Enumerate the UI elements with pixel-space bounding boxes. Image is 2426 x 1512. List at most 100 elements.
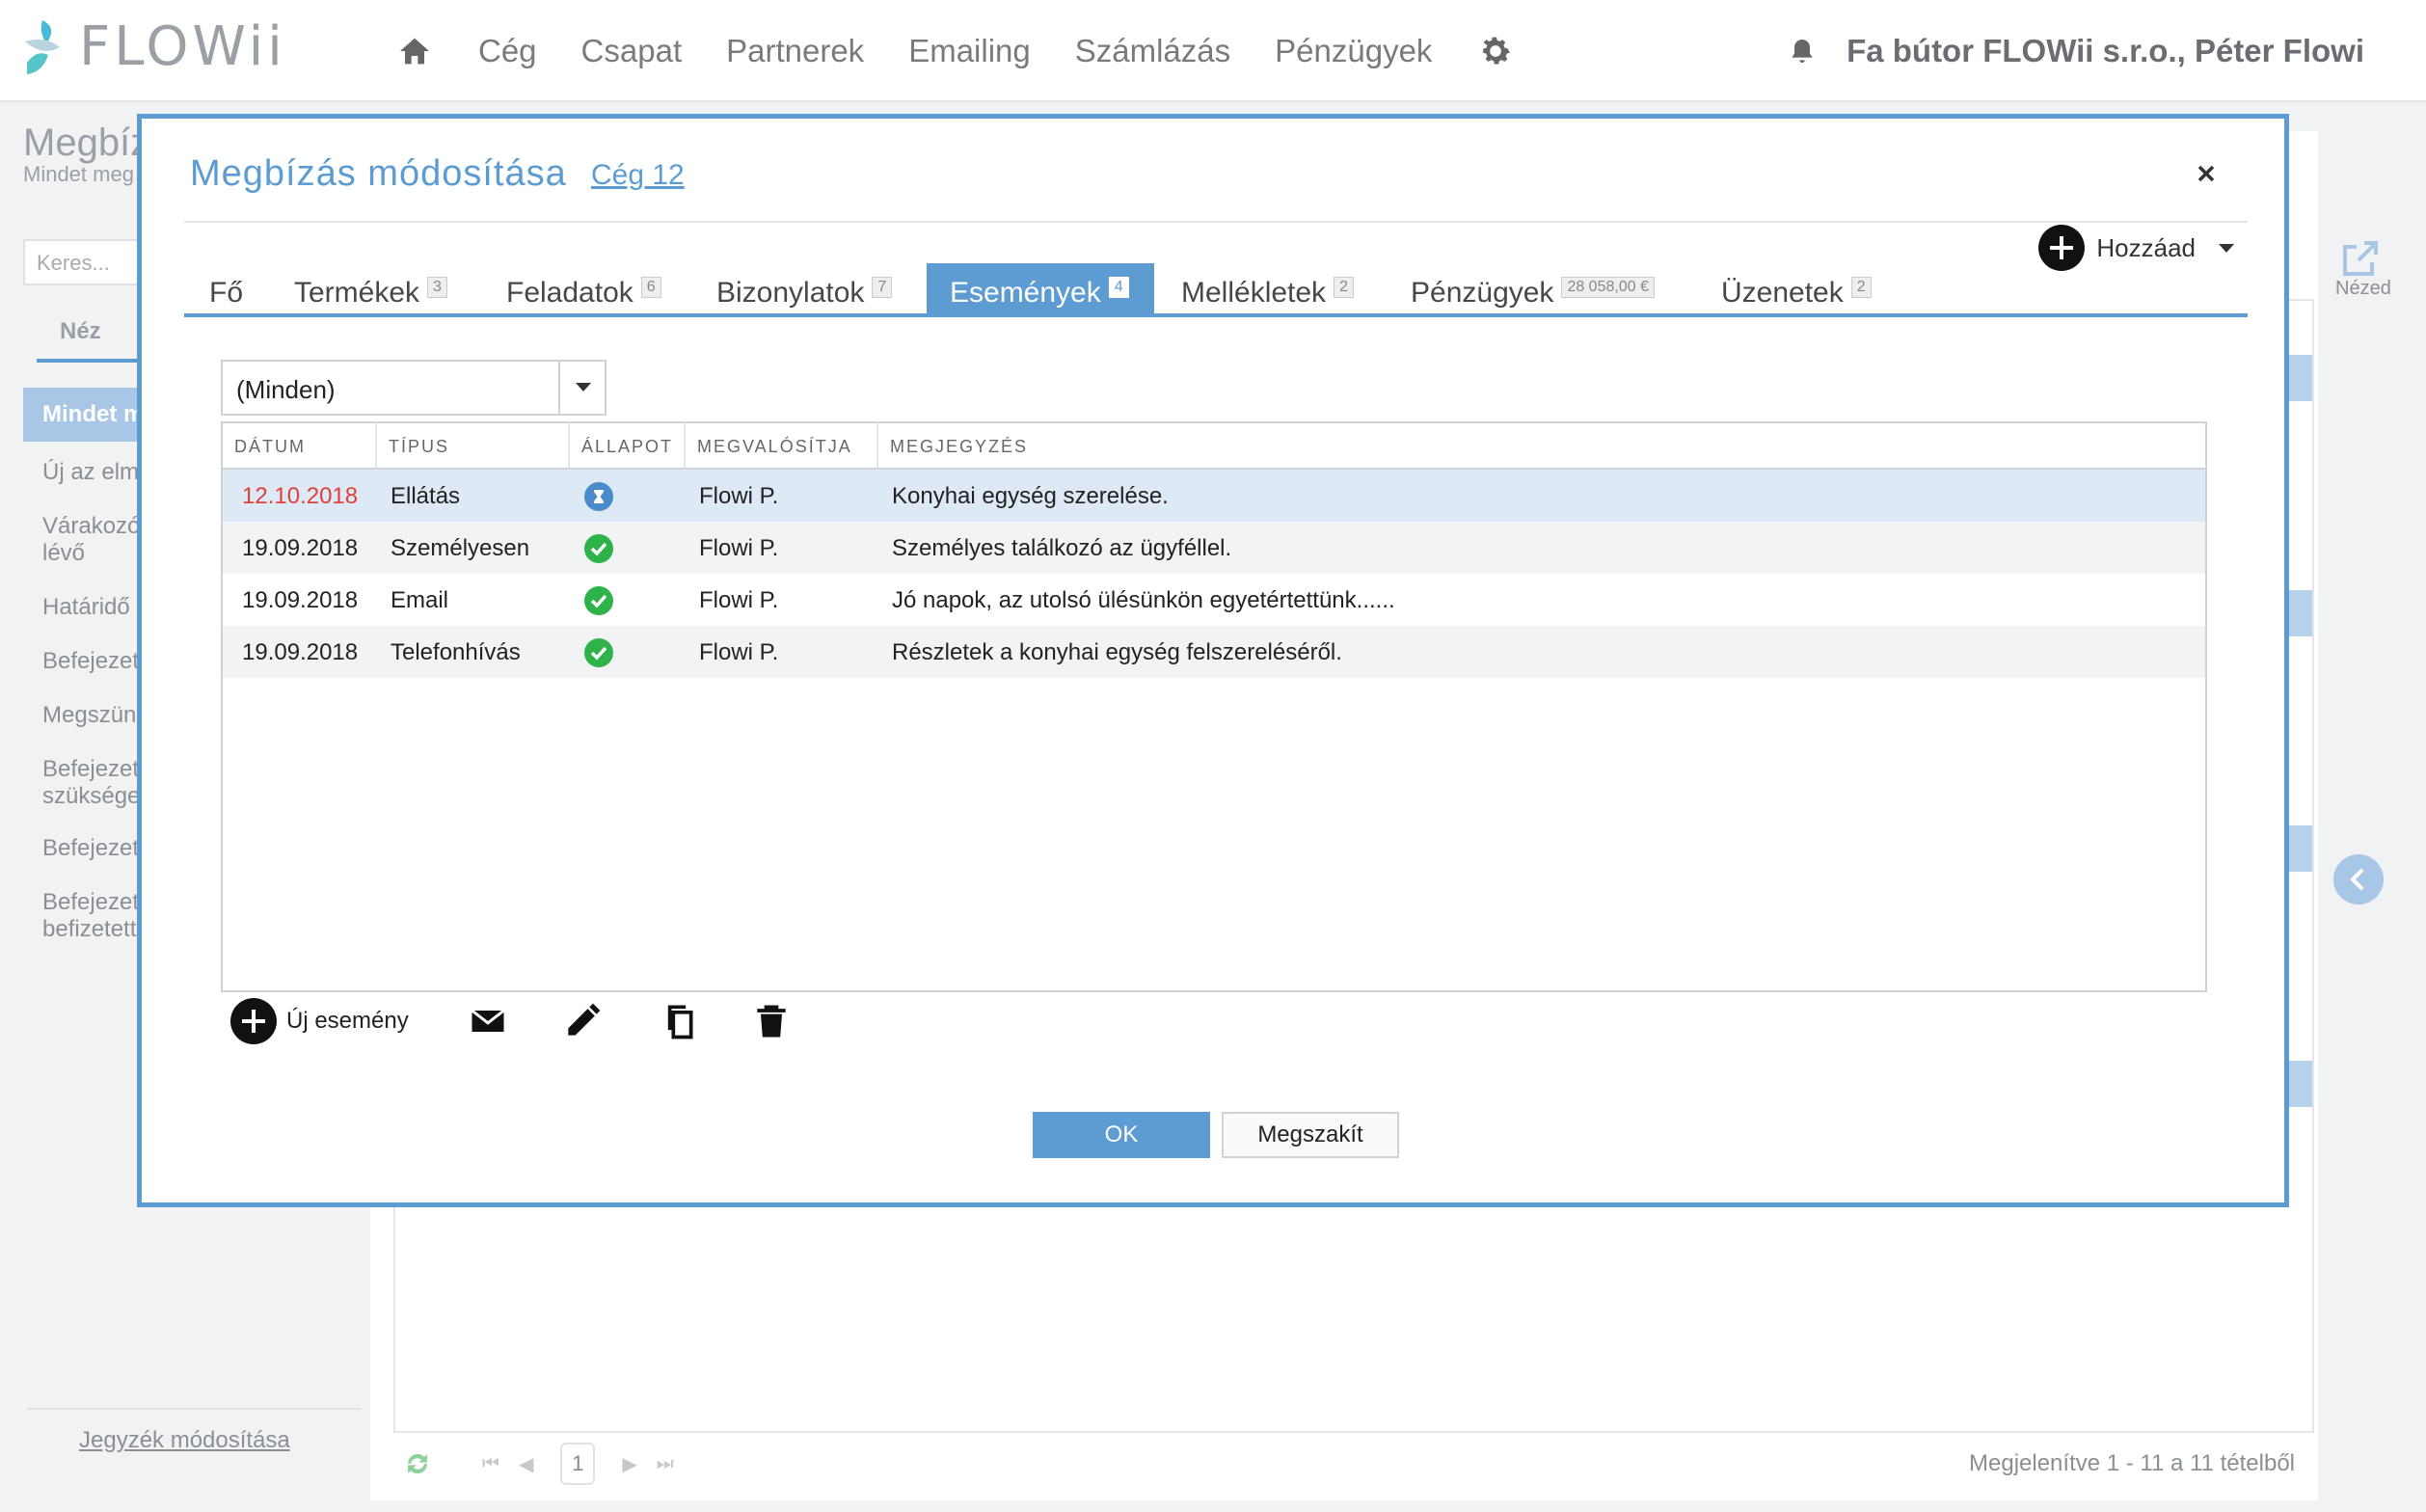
tab-label: Mellékletek [1181,277,1327,309]
filter-value: (Minden) [236,375,336,404]
tab-label: Üzenetek [1721,277,1844,309]
chevron-left-icon [2350,868,2364,891]
top-bar: FLOWii Cég Csapat Partnerek Emailing Szá… [0,0,2426,102]
cell-date: 19.09.2018 [242,587,359,613]
cancel-button[interactable]: Megszakít [1222,1112,1399,1158]
column-header-status[interactable]: ÁLLAPOT [570,423,686,468]
column-header-type[interactable]: TÍPUS [377,423,570,468]
events-grid: DÁTUM TÍPUS ÁLLAPOT MEGVALÓSÍTJA MEGJEGY… [221,421,2207,992]
trash-icon[interactable] [750,1000,793,1042]
last-page-icon[interactable]: ⏭ [657,1453,674,1475]
cell-type: Telefonhívás [391,639,521,665]
logo-text: FLOWii [79,15,286,78]
main-nav: Cég Csapat Partnerek Emailing Számlázás … [395,0,1515,102]
dropdown-arrow-icon[interactable] [558,362,605,414]
tab-termekek[interactable]: Termékek 3 [294,263,447,313]
bell-icon[interactable] [1787,36,1818,67]
edit-list-link[interactable]: Jegyzék módosítása [79,1427,290,1454]
new-event-label: Új esemény [286,1008,409,1034]
count-badge: 2 [1850,277,1872,298]
dialog-title: Megbízás módosítása [190,153,567,194]
tab-label: Bizonylatok [716,277,865,309]
new-event-button[interactable]: Új esemény [230,998,409,1044]
refresh-icon[interactable] [401,1447,434,1480]
next-page-icon[interactable]: ▶ [622,1452,636,1476]
plus-circle-icon [230,998,277,1044]
table-row[interactable]: 12.10.2018 Ellátás Flowi P. Konyhai egys… [223,470,2205,522]
cell-note: Személyes találkozó az ügyféllel. [892,535,1232,561]
tab-label: Fő [209,277,244,309]
cell-owner: Flowi P. [699,639,779,665]
count-badge: 3 [427,277,447,298]
cell-date: 19.09.2018 [242,535,359,561]
count-badge: 7 [872,277,893,298]
divider [27,1408,361,1410]
grid-toolbar: Új esemény [230,998,845,1044]
cell-owner: Flowi P. [699,535,779,561]
user-area: Fa bútor FLOWii s.r.o., Péter Flowi [1787,0,2364,102]
page-number[interactable]: 1 [560,1443,596,1485]
external-link-label: Nézed [2335,278,2391,299]
event-filter-select[interactable]: (Minden) [221,360,606,416]
edit-pencil-icon[interactable] [561,1000,604,1042]
nav-item-penzugyek[interactable]: Pénzügyek [1275,33,1432,69]
gear-icon[interactable] [1476,32,1515,70]
check-status-icon [584,534,613,563]
page-title: Megbíz [23,122,150,164]
home-icon[interactable] [395,32,434,70]
external-link-icon[interactable] [2337,235,2384,282]
table-row[interactable]: 19.09.2018 Telefonhívás Flowi P. Részlet… [223,626,2205,678]
column-header-owner[interactable]: MEGVALÓSÍTJA [686,423,878,468]
page-subtitle: Mindet meg [23,162,134,186]
nav-item-szamlazas[interactable]: Számlázás [1075,33,1230,69]
count-badge: 6 [640,277,661,298]
cell-date: 19.09.2018 [242,639,359,665]
tab-label: Termékek [294,277,420,309]
cell-owner: Flowi P. [699,587,779,613]
pager: ⏮ ◀ 1 ▶ ⏭ [401,1443,684,1485]
row-highlight [2285,1061,2312,1107]
cell-type: Ellátás [391,483,461,509]
table-row[interactable]: 19.09.2018 Személyesen Flowi P. Személye… [223,522,2205,574]
nav-item-emailing[interactable]: Emailing [908,33,1031,69]
ok-button[interactable]: OK [1033,1112,1210,1158]
count-badge: 4 [1108,277,1129,298]
nav-item-csapat[interactable]: Csapat [581,33,683,69]
cell-note: Konyhai egység szerelése. [892,483,1169,509]
tab-esemenyek[interactable]: Események 4 [927,263,1154,313]
check-status-icon [584,586,613,615]
row-highlight [2285,355,2312,401]
nav-item-ceg[interactable]: Cég [478,33,537,69]
tab-mellekletek[interactable]: Mellékletek 2 [1181,263,1354,313]
tab-uzenetek[interactable]: Üzenetek 2 [1721,263,1872,313]
column-header-date[interactable]: DÁTUM [223,423,377,468]
email-icon[interactable] [467,1000,509,1042]
tab-feladatok[interactable]: Feladatok 6 [506,263,661,313]
copy-icon[interactable] [656,1000,698,1042]
row-highlight [2285,590,2312,636]
prev-page-icon[interactable]: ◀ [519,1452,533,1476]
plus-circle-icon [2038,225,2086,271]
tab-label: Események [950,277,1101,309]
tab-fo[interactable]: Fő [209,263,243,313]
nav-item-partnerek[interactable]: Partnerek [726,33,864,69]
amount-badge: 28 058,00 € [1561,277,1655,298]
close-icon[interactable] [2192,159,2221,188]
cell-note: Jó napok, az utolsó ülésünkön egyetértet… [892,587,1395,613]
collapse-panel-button[interactable] [2333,854,2384,904]
table-row[interactable]: 19.09.2018 Email Flowi P. Jó napok, az u… [223,574,2205,626]
add-button-label: Hozzáad [2096,232,2196,262]
company-user-name[interactable]: Fa bútor FLOWii s.r.o., Péter Flowi [1846,33,2364,69]
pager-summary: Megjelenítve 1 - 11 a 11 tételből [1969,1450,2295,1476]
cell-type: Email [391,587,449,613]
logo[interactable]: FLOWii [21,15,286,78]
company-link[interactable]: Cég 12 [591,159,685,192]
tab-penzugyek[interactable]: Pénzügyek 28 058,00 € [1411,263,1655,313]
tab-bizonylatok[interactable]: Bizonylatok 7 [716,263,893,313]
first-page-icon[interactable]: ⏮ [482,1453,499,1475]
cell-note: Részletek a konyhai egység felszerelésér… [892,639,1342,665]
column-header-note[interactable]: MEGJEGYZÉS [878,423,2205,468]
cell-owner: Flowi P. [699,483,779,509]
chevron-down-icon[interactable] [2219,243,2234,253]
add-button[interactable]: Hozzáad [2038,225,2234,271]
